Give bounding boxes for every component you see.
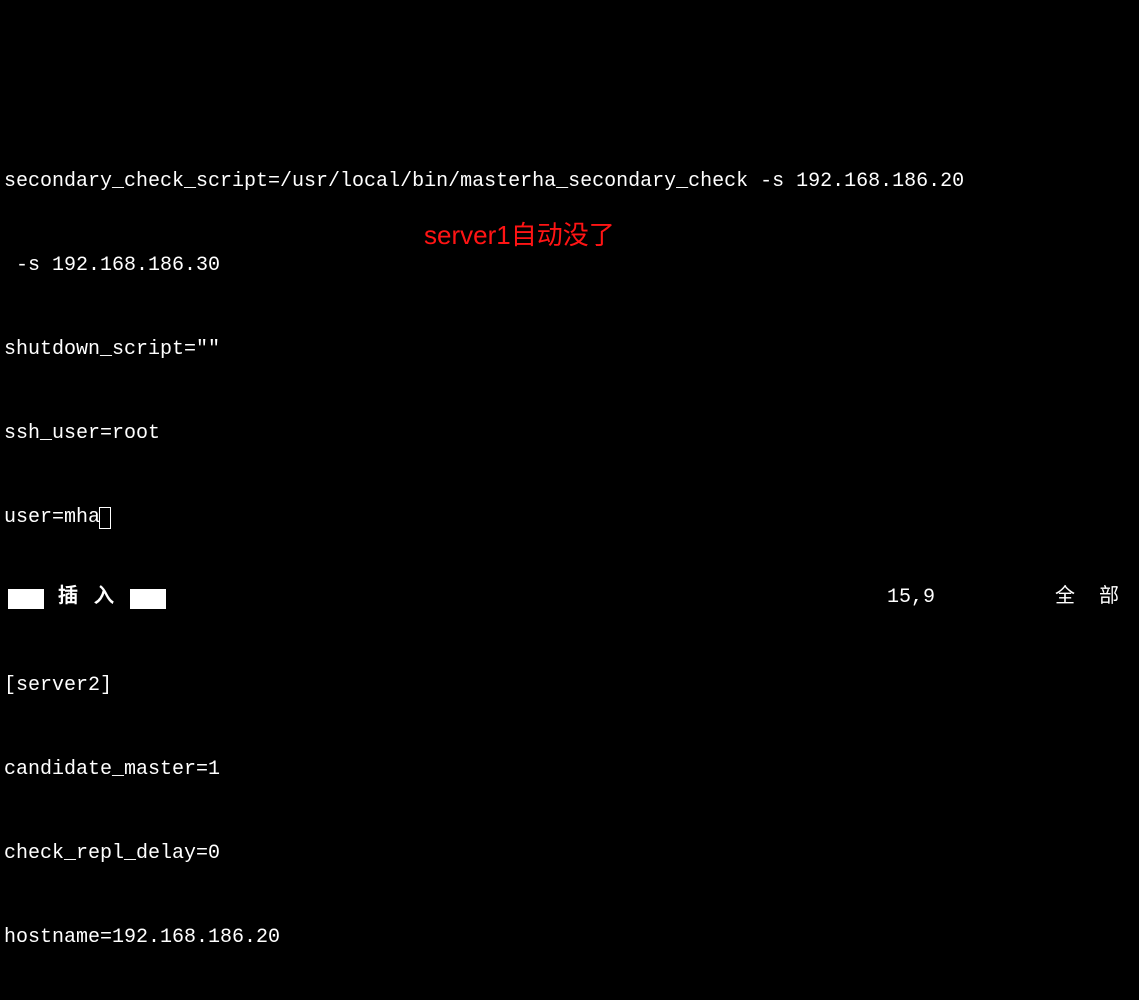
vim-status-bar: 插 入 15,9 全 部 <box>4 584 1135 612</box>
mode-block-icon <box>130 589 148 609</box>
config-text: user=mha <box>4 506 100 529</box>
section-header: [server2] <box>4 672 1135 700</box>
overlay-annotation: server1自动没了 <box>424 217 615 253</box>
terminal-viewport[interactable]: secondary_check_script=/usr/local/bin/ma… <box>4 112 1135 612</box>
text-cursor <box>99 507 111 529</box>
mode-block-icon <box>148 589 166 609</box>
config-line: secondary_check_script=/usr/local/bin/ma… <box>4 168 1135 196</box>
config-line: shutdown_script="" <box>4 336 1135 364</box>
vim-mode-label: 插 入 <box>58 586 116 609</box>
mode-block-icon <box>26 589 44 609</box>
scroll-scope: 全 部 <box>1055 584 1125 612</box>
config-line: candidate_master=1 <box>4 756 1135 784</box>
config-line: ssh_user=root <box>4 420 1135 448</box>
mode-block-icon <box>8 589 26 609</box>
cursor-position: 15,9 <box>887 584 935 612</box>
config-line: check_repl_delay=0 <box>4 840 1135 868</box>
config-line: -s 192.168.186.30 <box>4 252 1135 280</box>
config-line: hostname=192.168.186.20 <box>4 924 1135 952</box>
vim-mode-indicator: 插 入 <box>8 584 166 612</box>
config-line: user=mha <box>4 504 1135 532</box>
